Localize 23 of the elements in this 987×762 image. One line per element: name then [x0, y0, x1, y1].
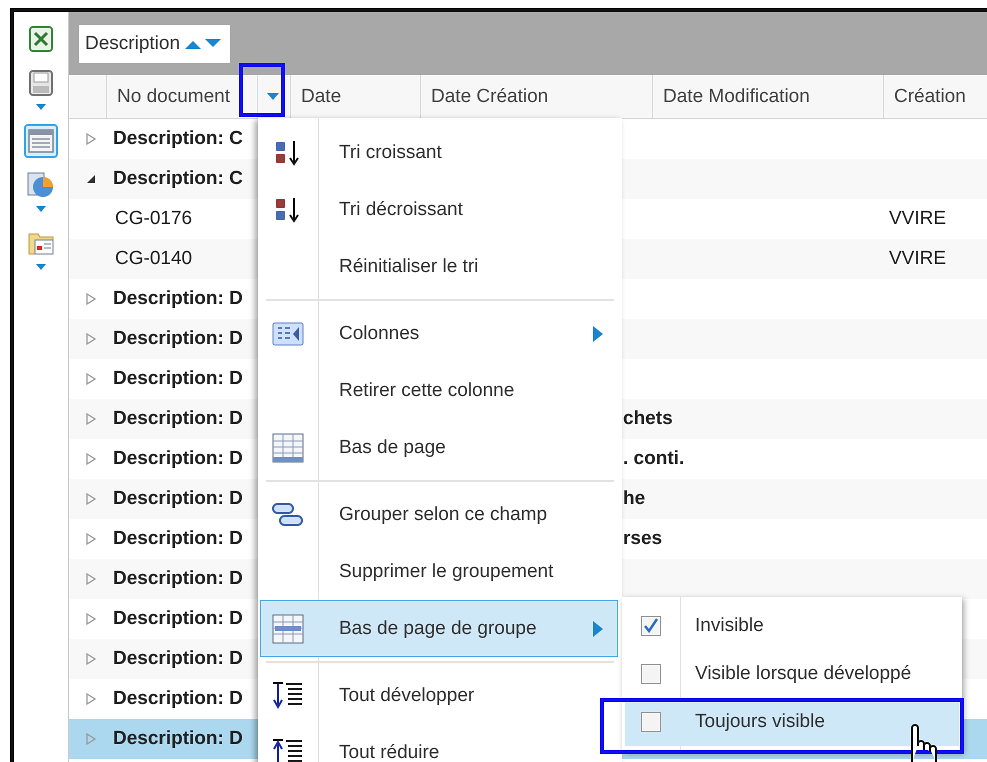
group-label: Description: D — [113, 288, 243, 310]
group-label: Description: D — [113, 328, 243, 350]
group-label: Description: D — [113, 488, 243, 510]
group-label: Description: C — [113, 128, 243, 150]
group-label: Description: D — [113, 688, 243, 710]
group-label: Description: D — [113, 528, 243, 550]
group-label: Description: D — [113, 568, 243, 590]
group-label: he — [623, 488, 646, 510]
table-cell: CG-0176 — [115, 208, 192, 230]
group-label: chets — [623, 408, 673, 430]
group-label: Description: D — [113, 608, 243, 630]
group-label: . conti. — [623, 448, 684, 470]
table-cell: VVIRE — [889, 248, 946, 270]
table-cell: VVIRE — [889, 208, 946, 230]
group-label: Description: C — [113, 168, 243, 190]
group-label: Description: D — [113, 408, 243, 430]
chip-label: Description — [85, 32, 180, 54]
group-label: Description: D — [113, 728, 243, 750]
group-label: Description: D — [113, 448, 243, 470]
table-cell: CG-0140 — [115, 248, 192, 270]
group-label: rses — [623, 528, 662, 550]
group-label: Description: D — [113, 648, 243, 670]
group-label: Description: D — [113, 368, 243, 390]
